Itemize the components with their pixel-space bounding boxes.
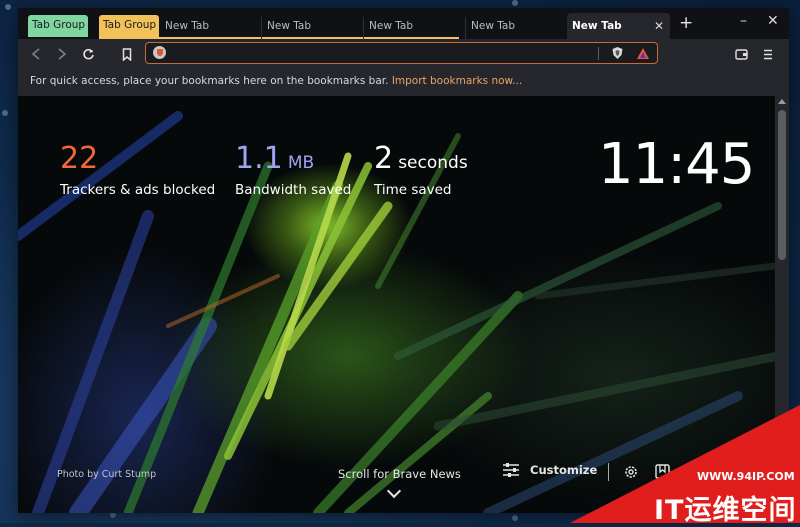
- import-bookmarks-link[interactable]: Import bookmarks now...: [392, 75, 522, 87]
- watermark-name: IT运维空间: [654, 495, 797, 526]
- scroll-up-icon[interactable]: [778, 99, 786, 104]
- trackers-stat: 22 Trackers & ads blocked: [60, 141, 216, 199]
- tab-item[interactable]: New Tab: [262, 17, 364, 39]
- tab-active[interactable]: New Tab ✕: [567, 13, 670, 39]
- time-unit: seconds: [398, 153, 468, 173]
- trackers-value: 22: [60, 141, 99, 176]
- toolbar: [18, 39, 789, 69]
- clock: 11:45: [598, 132, 755, 197]
- bookmarks-bar: For quick access, place your bookmarks h…: [18, 69, 789, 96]
- address-input[interactable]: [168, 45, 592, 63]
- desktop-dot: [2, 110, 8, 116]
- minimize-button[interactable]: –: [740, 13, 747, 29]
- brave-news-prompt[interactable]: Scroll for Brave News: [338, 467, 461, 481]
- brave-rewards-icon[interactable]: [634, 44, 652, 62]
- bandwidth-label: Bandwidth saved: [235, 182, 352, 198]
- menu-icon[interactable]: [759, 45, 777, 63]
- back-icon[interactable]: [27, 45, 45, 63]
- tab-item[interactable]: New Tab: [466, 17, 566, 39]
- bandwidth-unit: MB: [287, 153, 315, 173]
- brave-shield-icon[interactable]: [608, 44, 626, 62]
- customize-sliders-icon: [503, 463, 519, 477]
- scrollbar-thumb[interactable]: [778, 110, 786, 260]
- new-tab-button[interactable]: +: [679, 15, 693, 32]
- bookmarks-bar-message: For quick access, place your bookmarks h…: [30, 75, 389, 87]
- wallet-icon[interactable]: [732, 45, 750, 63]
- window-close-button[interactable]: ✕: [767, 13, 779, 29]
- close-icon[interactable]: ✕: [654, 19, 664, 33]
- trackers-label: Trackers & ads blocked: [60, 182, 216, 198]
- bandwidth-stat: 1.1 MB Bandwidth saved: [235, 141, 352, 199]
- time-stat: 2 seconds Time saved: [374, 141, 468, 199]
- bookmark-icon[interactable]: [118, 45, 136, 63]
- reload-icon[interactable]: [79, 45, 97, 63]
- watermark-site: WWW.94IP.COM: [697, 470, 795, 483]
- desktop-dot: [5, 4, 11, 10]
- desktop-dot: [512, 515, 518, 521]
- tab-item[interactable]: New Tab: [160, 17, 262, 39]
- bandwidth-value: 1.1: [235, 141, 283, 176]
- photo-credit[interactable]: Photo by Curt Stump: [57, 469, 156, 480]
- address-bar[interactable]: [145, 42, 658, 64]
- desktop-dot: [512, 0, 518, 6]
- site-info-icon[interactable]: [153, 46, 166, 59]
- tab-group-1[interactable]: Tab Group 1: [28, 15, 88, 37]
- tab-active-label: New Tab: [572, 20, 622, 32]
- address-divider: [598, 47, 599, 60]
- tab-item[interactable]: New Tab: [364, 17, 466, 39]
- time-value: 2: [374, 141, 394, 176]
- tab-strip: Tab Group 1 Tab Group 2 New Tab New Tab …: [18, 8, 789, 39]
- forward-icon[interactable]: [53, 45, 71, 63]
- tab-group-2[interactable]: Tab Group 2: [99, 15, 159, 37]
- time-label: Time saved: [374, 182, 452, 198]
